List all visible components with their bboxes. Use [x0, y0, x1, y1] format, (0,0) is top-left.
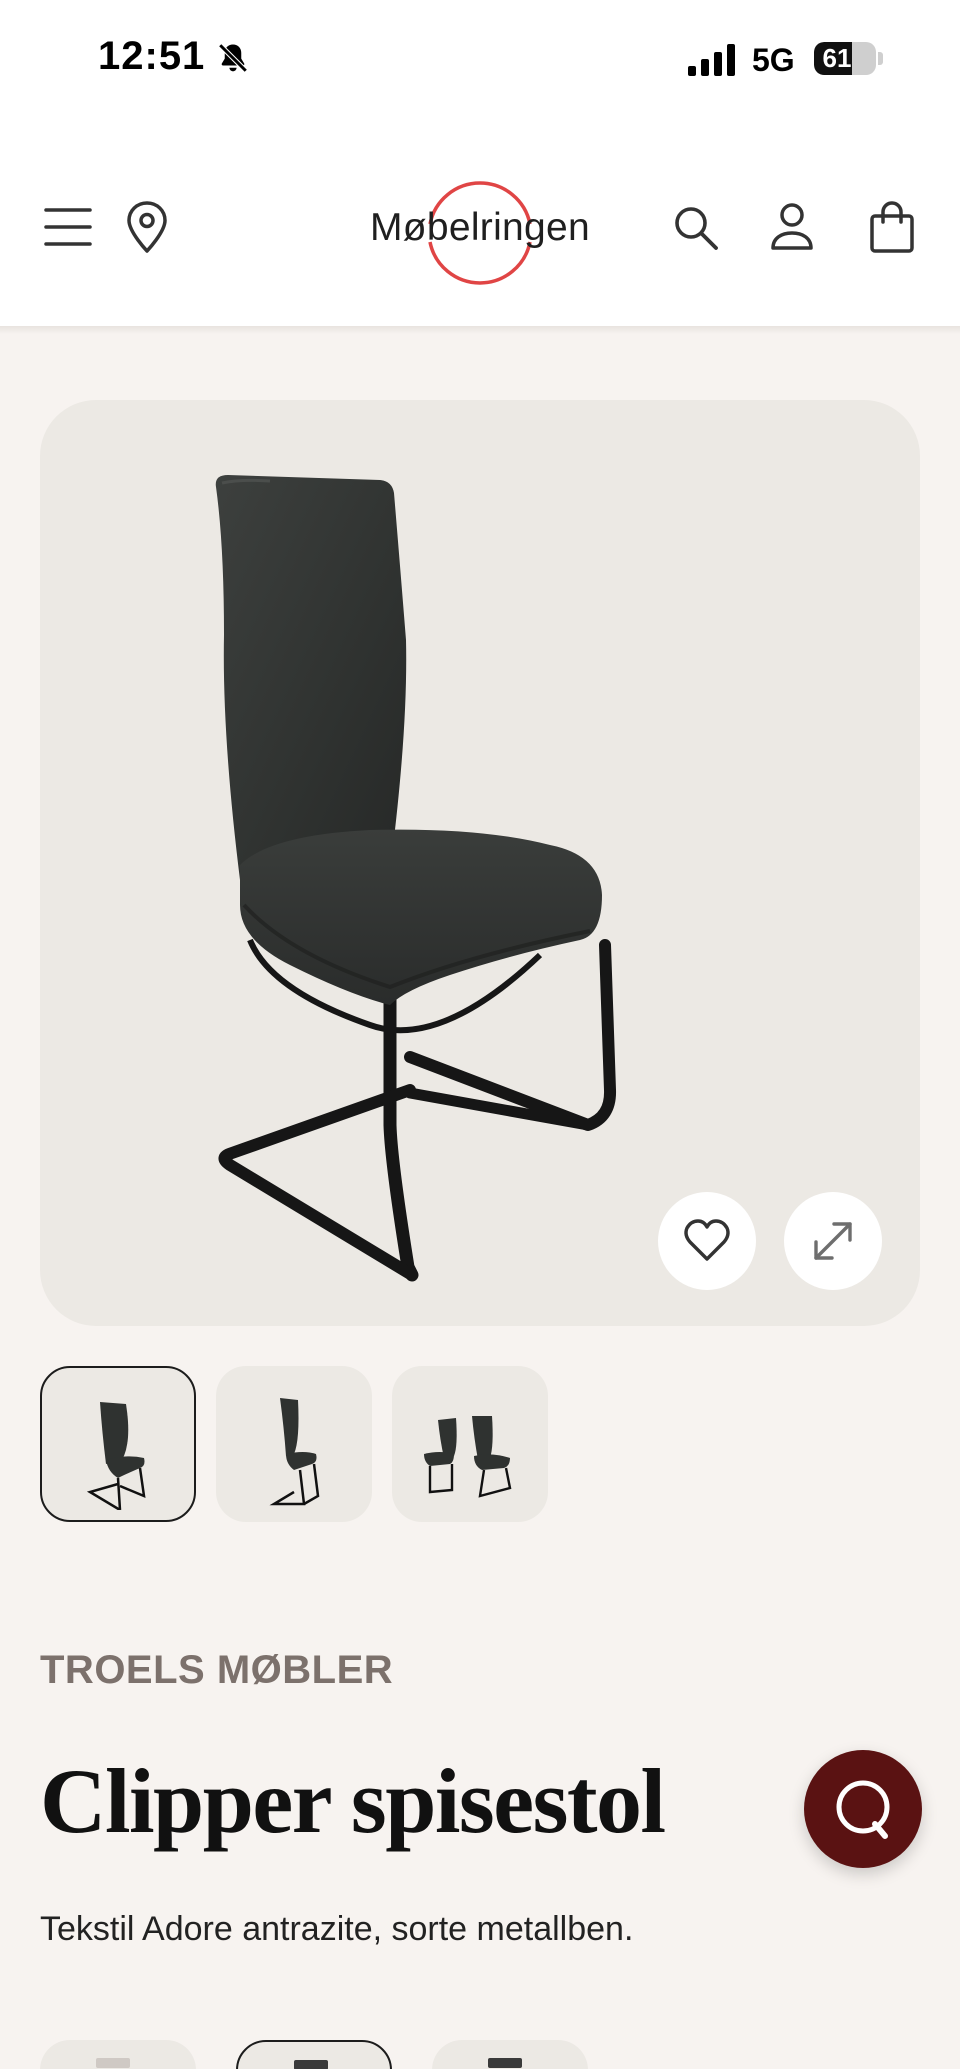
variant-option-3[interactable] — [432, 2040, 588, 2069]
product-title: Clipper spisestol — [40, 1750, 666, 1852]
bell-muted-icon — [218, 43, 248, 73]
location-pin-icon[interactable] — [124, 200, 170, 254]
thumbnail-strip — [40, 1366, 920, 1522]
site-logo[interactable]: Møbelringen — [350, 170, 610, 290]
menu-icon[interactable] — [44, 206, 92, 248]
thumbnail-chair-side-image — [269, 1398, 320, 1506]
thumbnail-chair-pair-image — [424, 1416, 512, 1498]
heart-icon — [684, 1219, 730, 1261]
chat-button[interactable] — [804, 1750, 922, 1868]
variant-swatch — [96, 2058, 130, 2068]
header-divider — [0, 326, 960, 334]
thumbnail-chair-image — [86, 1402, 146, 1510]
battery-tip — [878, 52, 883, 65]
variant-option-2[interactable] — [236, 2040, 392, 2069]
chat-icon — [836, 1780, 890, 1839]
battery-icon: 61 — [814, 42, 876, 75]
product-brand[interactable]: TROELS MØBLER — [40, 1648, 393, 1693]
variant-swatch — [294, 2060, 328, 2069]
search-icon[interactable] — [672, 204, 720, 252]
variant-selector — [40, 2040, 920, 2069]
expand-image-button[interactable] — [784, 1192, 882, 1290]
favorite-button[interactable] — [658, 1192, 756, 1290]
thumbnail-3[interactable] — [392, 1366, 548, 1522]
product-description: Tekstil Adore antrazite, sorte metallben… — [40, 1910, 634, 1948]
network-label: 5G — [752, 42, 795, 78]
variant-swatch — [488, 2058, 522, 2068]
status-time: 12:51 — [98, 34, 206, 78]
expand-icon — [814, 1222, 852, 1260]
battery-level: 61 — [822, 43, 852, 73]
logo-text: Møbelringen — [369, 206, 591, 249]
variant-option-1[interactable] — [40, 2040, 196, 2069]
shopping-bag-icon[interactable] — [868, 200, 916, 254]
thumbnail-2[interactable] — [216, 1366, 372, 1522]
thumbnail-1[interactable] — [40, 1366, 196, 1522]
signal-icon — [688, 44, 735, 76]
status-bar: 12:51 5G 61 — [0, 0, 960, 120]
product-image-gallery[interactable] — [40, 400, 920, 1326]
account-icon[interactable] — [770, 202, 814, 252]
product-image-chair — [215, 475, 617, 1282]
site-header: Møbelringen — [0, 120, 960, 326]
